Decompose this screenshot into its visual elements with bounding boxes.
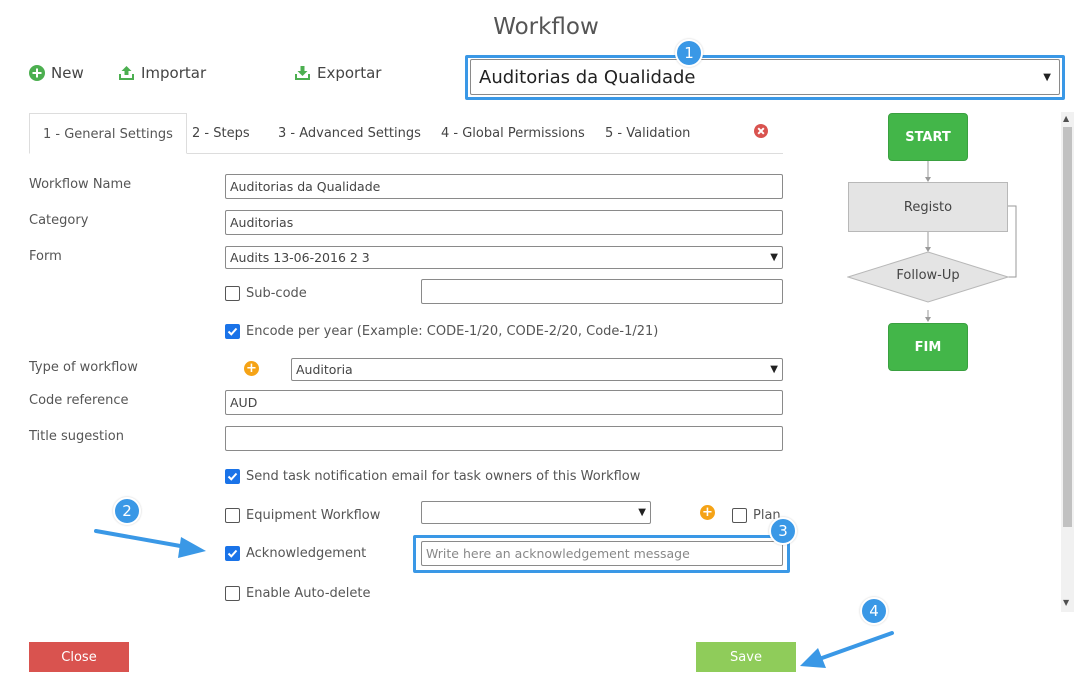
arrow-to-save-icon	[800, 631, 894, 668]
arrow-to-acknowledgement-icon	[94, 529, 206, 558]
close-button[interactable]: Close	[29, 642, 129, 672]
flow-node-start[interactable]: START	[888, 113, 968, 161]
flow-node-end[interactable]: FIM	[888, 323, 968, 371]
scrollbar-thumb[interactable]	[1063, 127, 1072, 527]
flow-node-registo[interactable]: Registo	[848, 182, 1008, 232]
flow-node-follow-up: Follow-Up	[896, 268, 960, 283]
scroll-up-icon[interactable]: ▲	[1063, 114, 1069, 123]
save-button[interactable]: Save	[696, 642, 796, 672]
scroll-down-icon[interactable]: ▼	[1063, 598, 1069, 607]
